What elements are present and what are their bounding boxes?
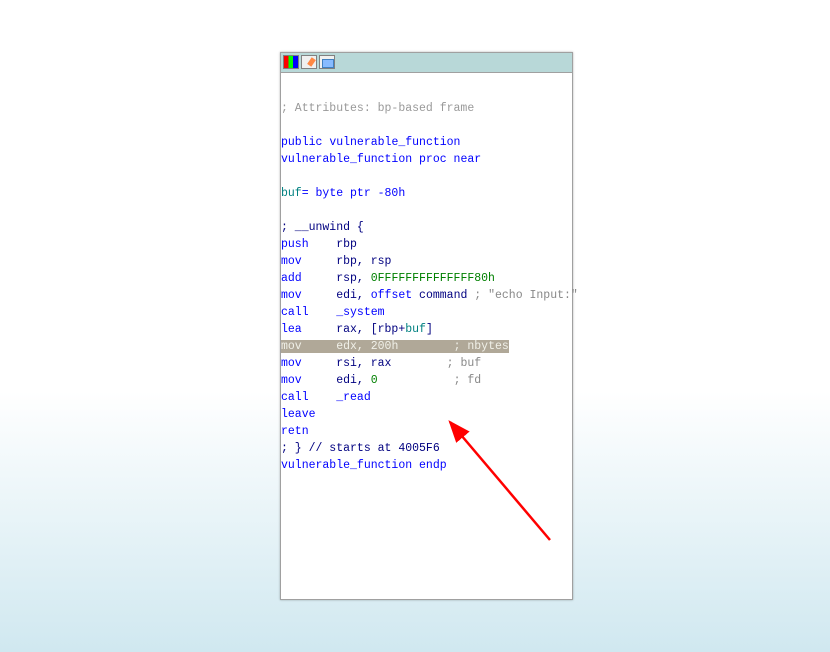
edit-icon[interactable] xyxy=(301,55,317,69)
mov-instruction: mov rbp, rsp xyxy=(281,253,572,270)
operand: edi, xyxy=(302,374,371,387)
operand: rbp xyxy=(309,238,357,251)
endp-keyword: endp xyxy=(419,459,447,472)
buf-ref: buf xyxy=(405,323,426,336)
push-instruction: push rbp xyxy=(281,236,572,253)
public-keyword: public xyxy=(281,136,322,149)
buf-definition: buf= byte ptr -80h xyxy=(281,185,572,202)
target: _read xyxy=(309,391,371,404)
mnemonic: push xyxy=(281,238,309,251)
operand: ] xyxy=(426,323,433,336)
end-comment: ; } // starts at 4005F6 xyxy=(281,440,572,457)
operand: rax, [rbp+ xyxy=(302,323,406,336)
retn-instruction: retn xyxy=(281,423,572,440)
operand: rsi, rax xyxy=(302,357,447,370)
target: _system xyxy=(309,306,385,319)
leave-instruction: leave xyxy=(281,406,572,423)
mnemonic: call xyxy=(281,306,309,319)
constant: 0FFFFFFFFFFFFFF80h xyxy=(371,272,495,285)
proc-declaration: vulnerable_function proc near xyxy=(281,151,572,168)
function-name: vulnerable_function xyxy=(329,136,460,149)
proc-near: proc near xyxy=(419,153,481,166)
mnemonic: mov xyxy=(281,357,302,370)
mnemonic: lea xyxy=(281,323,302,336)
operand: edx, xyxy=(302,340,371,353)
unwind-comment: ; __unwind { xyxy=(281,219,572,236)
mnemonic: call xyxy=(281,391,309,404)
constant: 0 xyxy=(371,374,378,387)
lea-instruction: lea rax, [rbp+buf] xyxy=(281,321,572,338)
operand: edi, xyxy=(302,289,371,302)
graph-icon[interactable] xyxy=(319,55,335,69)
constant: 200h xyxy=(371,340,399,353)
comment: ; fd xyxy=(454,374,482,387)
buf-def: = byte ptr -80h xyxy=(302,187,406,200)
mnemonic: mov xyxy=(281,374,302,387)
highlighted-mov-instruction: mov edx, 200h ; nbytes xyxy=(281,338,572,355)
mov-instruction: mov rsi, rax ; buf xyxy=(281,355,572,372)
spacer xyxy=(378,374,454,387)
public-declaration: public vulnerable_function xyxy=(281,134,572,151)
titlebar-buttons xyxy=(283,55,570,69)
call-instruction: call _system xyxy=(281,304,572,321)
empty-line xyxy=(281,117,572,134)
buf-label: buf xyxy=(281,187,302,200)
add-instruction: add rsp, 0FFFFFFFFFFFFFF80h xyxy=(281,270,572,287)
window-titlebar xyxy=(281,53,572,73)
attributes-comment: ; Attributes: bp-based frame xyxy=(281,100,572,117)
mnemonic: mov xyxy=(281,340,302,353)
call-instruction: call _read xyxy=(281,389,572,406)
mnemonic: mov xyxy=(281,255,302,268)
spacer xyxy=(281,73,572,100)
mnemonic: mov xyxy=(281,289,302,302)
function-name: vulnerable_function xyxy=(281,153,412,166)
disassembly-window: ; Attributes: bp-based frame public vuln… xyxy=(280,52,573,600)
disassembly-content[interactable]: ; Attributes: bp-based frame public vuln… xyxy=(281,73,572,474)
mnemonic: add xyxy=(281,272,302,285)
comment: ; buf xyxy=(447,357,482,370)
mov-instruction: mov edi, 0 ; fd xyxy=(281,372,572,389)
offset-keyword: offset xyxy=(371,289,412,302)
operand: command xyxy=(412,289,474,302)
empty-line xyxy=(281,202,572,219)
comment: ; "echo Input:" xyxy=(474,289,578,302)
spacer xyxy=(398,340,453,353)
mov-instruction: mov edi, offset command ; "echo Input:" xyxy=(281,287,572,304)
operand: rsp, xyxy=(302,272,371,285)
comment: ; nbytes xyxy=(454,340,509,353)
function-name: vulnerable_function xyxy=(281,459,412,472)
operand: rbp, rsp xyxy=(302,255,392,268)
empty-line xyxy=(281,168,572,185)
colors-icon[interactable] xyxy=(283,55,299,69)
endp-declaration: vulnerable_function endp xyxy=(281,457,572,474)
